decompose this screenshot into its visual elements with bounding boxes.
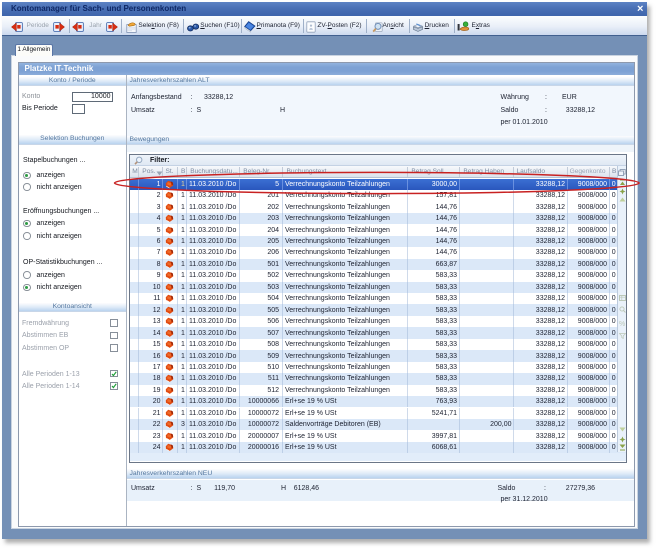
svg-text:%: %	[619, 321, 625, 327]
